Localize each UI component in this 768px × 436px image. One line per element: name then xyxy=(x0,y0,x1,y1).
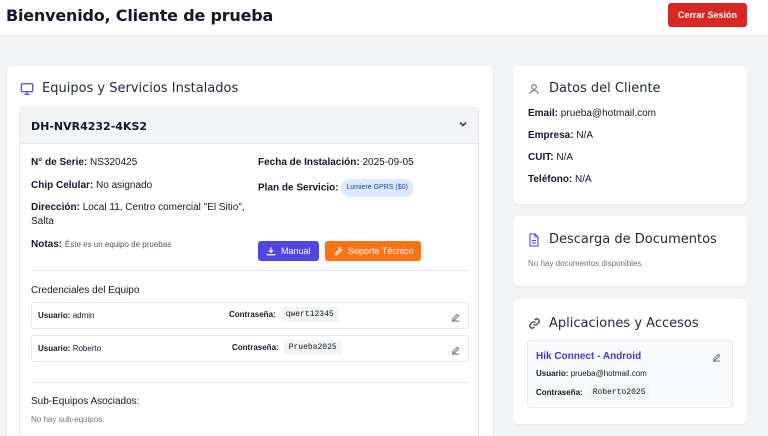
address-value-2: Salta xyxy=(31,216,54,227)
top-bar: Bienvenido, Cliente de prueba Cerrar Ses… xyxy=(0,0,768,36)
apps-card: Aplicaciones y Accesos Hik Connect - And… xyxy=(513,299,747,424)
chip-field: Chip Celular: No asignado xyxy=(31,179,152,193)
address-field: Dirección: Local 11, Centro comercial "E… xyxy=(31,201,251,229)
client-title-label: Datos del Cliente xyxy=(549,81,661,96)
install-date-field: Fecha de Instalación: 2025-09-05 xyxy=(258,156,414,170)
document-icon xyxy=(527,232,541,247)
documents-card: Descarga de Documentos No hay documentos… xyxy=(513,216,747,286)
notes-value: Éste es un equipo de pruebas xyxy=(64,240,172,249)
sub-equipment-empty: No hay sub-equipos. xyxy=(31,415,105,424)
documents-title-label: Descarga de Documentos xyxy=(549,232,717,247)
client-phone: Teléfono: N/A xyxy=(528,174,592,185)
serial-value: NS320425 xyxy=(90,157,138,168)
chip-label: Chip Celular: xyxy=(31,180,94,191)
documents-title: Descarga de Documentos xyxy=(527,232,717,247)
credential-user: Usuario: Roberto xyxy=(38,344,102,353)
edit-icon[interactable] xyxy=(450,310,461,322)
chevron-down-icon[interactable] xyxy=(458,119,468,132)
serial-label: N° de Serie: xyxy=(31,157,88,168)
install-label: Fecha de Instalación: xyxy=(258,157,360,168)
divider xyxy=(31,270,469,271)
monitor-icon xyxy=(20,82,34,96)
credential-row: Usuario: Roberto Contraseña: Prueba2025 xyxy=(31,335,469,362)
credential-password: Contraseña: qwert12345 xyxy=(229,307,339,322)
chip-value: No asignado xyxy=(96,180,153,191)
notes-label: Notas: xyxy=(31,239,63,250)
client-company: Empresa: N/A xyxy=(528,130,594,141)
plan-label: Plan de Servicio: xyxy=(258,182,339,194)
credential-row: Usuario: admin Contraseña: qwert12345 xyxy=(31,302,469,329)
client-cuit: CUIT: N/A xyxy=(528,152,574,163)
client-title: Datos del Cliente xyxy=(527,81,661,96)
apps-title: Aplicaciones y Accesos xyxy=(527,316,699,331)
sub-equipment-title: Sub-Equipos Asociados: xyxy=(31,396,140,407)
password-value: Prueba2025 xyxy=(283,340,342,355)
manual-button[interactable]: Manual xyxy=(258,241,319,261)
equipment-card: Equipos y Servicios Instalados DH-NVR423… xyxy=(7,66,493,436)
address-value: Local 11, Centro comercial "El Sitio", xyxy=(82,202,245,213)
device-name: DH-NVR4232-4KS2 xyxy=(31,120,148,133)
plan-badge: Lumiere GPRS ($0) xyxy=(341,179,413,197)
apps-title-label: Aplicaciones y Accesos xyxy=(549,316,699,331)
password-value: qwert12345 xyxy=(280,307,339,322)
app-password-value: Roberto2025 xyxy=(587,385,651,400)
install-value: 2025-09-05 xyxy=(362,157,414,168)
notes-field: Notas: Éste es un equipo de pruebas xyxy=(31,238,171,252)
equipment-item: DH-NVR4232-4KS2 N° de Serie: NS320425 Ch… xyxy=(19,107,479,436)
support-button[interactable]: Soporte Técnico xyxy=(325,241,422,261)
page-title: Bienvenido, Cliente de prueba xyxy=(6,6,274,25)
equipment-accordion-header[interactable]: DH-NVR4232-4KS2 xyxy=(20,108,478,144)
address-label: Dirección: xyxy=(31,202,80,213)
client-email: Email: prueba@hotmail.com xyxy=(528,108,656,119)
documents-empty: No hay documentos disponibles. xyxy=(528,259,644,268)
client-card: Datos del Cliente Email: prueba@hotmail.… xyxy=(513,66,747,204)
link-icon xyxy=(527,317,541,331)
support-label: Soporte Técnico xyxy=(348,246,414,256)
equipment-section-label: Equipos y Servicios Instalados xyxy=(42,81,239,96)
app-user: Usuario: prueba@hotmail.com xyxy=(536,369,647,378)
serial-field: N° de Serie: NS320425 xyxy=(31,156,137,170)
app-name-link[interactable]: Hik Connect - Android xyxy=(536,351,641,362)
user-icon xyxy=(527,82,541,96)
divider xyxy=(31,382,469,383)
app-access-item: Hik Connect - Android Usuario: prueba@ho… xyxy=(527,340,733,408)
credential-password: Contraseña: Prueba2025 xyxy=(232,340,342,355)
credential-user: Usuario: admin xyxy=(38,311,95,320)
edit-icon[interactable] xyxy=(450,343,461,355)
logout-button[interactable]: Cerrar Sesión xyxy=(667,3,747,27)
app-password: Contraseña: Roberto2025 xyxy=(536,385,651,400)
download-icon xyxy=(266,247,276,256)
manual-label: Manual xyxy=(281,246,311,256)
plan-field: Plan de Servicio: Lumiere GPRS ($0) xyxy=(258,179,413,197)
credentials-title: Credenciales del Equipo xyxy=(31,285,140,296)
wrench-icon xyxy=(335,246,343,256)
edit-icon[interactable] xyxy=(711,350,722,362)
equipment-section-title: Equipos y Servicios Instalados xyxy=(20,81,238,96)
